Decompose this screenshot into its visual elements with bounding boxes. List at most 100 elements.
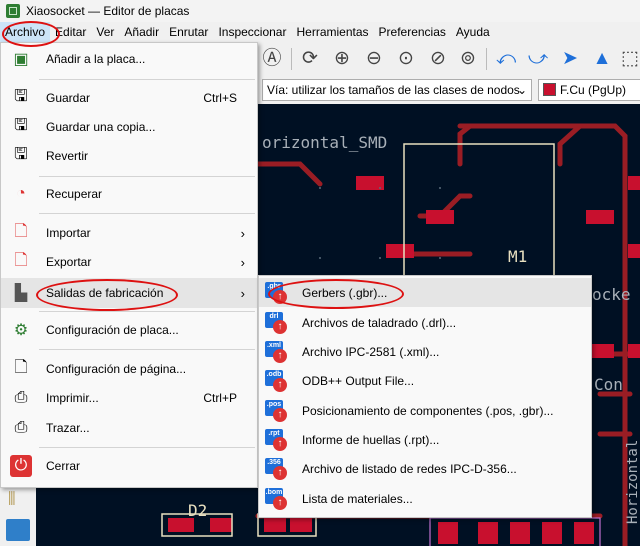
toolbar-separator: [486, 48, 487, 70]
title-bar: Xiaosocket — Editor de placas: [0, 0, 640, 22]
xml-file-icon: .xml ↑: [265, 340, 289, 363]
menu-ver[interactable]: Ver: [91, 22, 119, 42]
chevron-down-icon: ⌄: [516, 83, 527, 97]
find-icon[interactable]: Ⓐ: [260, 47, 284, 71]
menu-item-print[interactable]: ⎙ Imprimir... Ctrl+P: [1, 383, 257, 413]
submenu-item-label: ODB++ Output File...: [302, 373, 415, 388]
menu-ayuda[interactable]: Ayuda: [451, 22, 495, 42]
submenu-item-ipc2581[interactable]: .xml ↑ Archivo IPC-2581 (.xml)...: [259, 337, 591, 366]
menu-item-shortcut: Ctrl+S: [203, 91, 237, 105]
menu-herramientas[interactable]: Herramientas: [291, 22, 373, 42]
layer-dropdown[interactable]: F.Cu (PgUp): [538, 79, 640, 101]
menu-item-import[interactable]: 🗋 Importar ›: [1, 218, 257, 248]
submenu-item-ipc-d-356[interactable]: .356 ↑ Archivo de listado de redes IPC-D-…: [259, 454, 591, 483]
menu-preferencias[interactable]: Preferencias: [374, 22, 451, 42]
import-icon: 🗋: [14, 222, 28, 240]
odb-file-icon: .odb ↑: [265, 369, 289, 392]
menu-separator: [39, 447, 255, 448]
zoom-out-icon[interactable]: ⊖: [362, 47, 386, 71]
submenu-item-footprint-report[interactable]: .rpt ↑ Informe de huellas (.rpt)...: [259, 425, 591, 454]
menu-item-revert[interactable]: 🖫 Revertir: [1, 141, 257, 171]
rotate-ccw-icon[interactable]: ⤺: [494, 47, 518, 71]
netlist-file-icon: .356 ↑: [265, 457, 289, 480]
zoom-fit-icon[interactable]: ⊙: [394, 47, 418, 71]
layer-color-swatch: [543, 83, 556, 96]
menu-item-label: Imprimir...: [46, 391, 99, 405]
pos-file-icon: .pos ↑: [265, 399, 289, 422]
print-icon: ⎙: [14, 389, 28, 406]
flip-icon[interactable]: ➤: [558, 47, 582, 71]
board-setup-icon: ⚙: [13, 322, 29, 339]
con-text: Con: [594, 375, 623, 394]
menu-item-label: Trazar...: [46, 421, 90, 435]
menu-item-label: Guardar una copia...: [46, 120, 156, 134]
menu-item-label: Exportar: [46, 255, 92, 269]
menu-item-export[interactable]: 🗋 Exportar ›: [1, 247, 257, 277]
submenu-item-label: Archivo de listado de redes IPC-D-356...: [302, 461, 517, 476]
plot-icon: ⎙: [14, 419, 28, 436]
menu-inspeccionar[interactable]: Inspeccionar: [213, 22, 291, 42]
menu-separator: [39, 311, 255, 312]
menu-separator: [39, 213, 255, 214]
bom-file-icon: .bom ↑: [265, 487, 289, 510]
revert-icon: 🖫: [14, 145, 28, 163]
menu-item-save[interactable]: 🖫 Guardar Ctrl+S: [1, 83, 257, 113]
pcbnew-app-icon: [6, 4, 20, 18]
menu-item-shortcut: Ctrl+P: [203, 391, 237, 405]
rotate-cw-icon[interactable]: ⤻: [526, 47, 550, 71]
submenu-item-gerbers[interactable]: .gbr ↑ Gerbers (.gbr)...: [259, 278, 591, 307]
menu-item-label: Configuración de página...: [46, 362, 187, 376]
group-icon[interactable]: ⬚: [618, 47, 640, 71]
menu-item-recover[interactable]: ◔ Recuperar: [1, 179, 257, 209]
rpt-file-icon: .rpt ↑: [265, 428, 289, 451]
drill-file-icon: drl ↑: [265, 311, 289, 334]
recover-icon: ◔: [16, 185, 26, 202]
mirror-icon[interactable]: ▲: [590, 47, 614, 71]
menu-separator: [39, 176, 255, 177]
zoom-in-icon[interactable]: ⊕: [330, 47, 354, 71]
menu-item-label: Salidas de fabricación: [46, 286, 164, 300]
export-icon: 🗋: [14, 251, 28, 269]
power-icon: ⏻: [10, 455, 32, 477]
left-toolbar: ⫴: [0, 485, 36, 546]
refresh-icon[interactable]: ⟳: [298, 47, 322, 71]
submenu-item-drill-files[interactable]: drl ↑ Archivos de taladrado (.drl)...: [259, 308, 591, 337]
menu-item-close[interactable]: ⏻ Cerrar: [1, 451, 257, 481]
menu-separator: [39, 349, 255, 350]
zoom-selection-icon[interactable]: ⊚: [456, 47, 480, 71]
socket-text: ocke: [592, 285, 631, 304]
submenu-item-odb[interactable]: .odb ↑ ODB++ Output File...: [259, 366, 591, 395]
menu-bar: Archivo Editar Ver Añadir Enrutar Inspec…: [0, 22, 640, 42]
submenu-item-label: Lista de materiales...: [302, 491, 413, 506]
submenu-item-label: Posicionamiento de componentes (.pos, .g…: [302, 403, 554, 418]
file-menu: ▣ Añadir a la placa... 🖫 Guardar Ctrl+S …: [0, 42, 258, 488]
pad-tool-icon[interactable]: ⫴: [8, 489, 16, 510]
submenu-arrow-icon: ›: [240, 225, 245, 241]
fabrication-submenu: .gbr ↑ Gerbers (.gbr)... drl ↑ Archivos de…: [258, 275, 592, 518]
toolbar-separator: [291, 48, 292, 70]
submenu-item-positions[interactable]: .pos ↑ Posicionamiento de componentes (.p…: [259, 396, 591, 425]
submenu-arrow-icon: ›: [240, 285, 245, 301]
menu-item-label: Revertir: [46, 149, 89, 163]
fabrication-icon: ▙: [14, 285, 28, 302]
page-setup-icon: 🗋: [14, 358, 28, 376]
menu-item-save-copy[interactable]: 🖫 Guardar una copia...: [1, 112, 257, 142]
menu-item-page-setup[interactable]: 🗋 Configuración de página...: [1, 354, 257, 384]
menu-archivo[interactable]: Archivo: [0, 22, 51, 42]
menu-item-plot[interactable]: ⎙ Trazar...: [1, 413, 257, 443]
via-size-value: Vía: utilizar los tamaños de las clases …: [267, 83, 520, 97]
menu-editar[interactable]: Editar: [50, 22, 91, 42]
menu-item-fabrication-outputs[interactable]: ▙ Salidas de fabricación ›: [1, 278, 257, 308]
submenu-item-bom[interactable]: .bom ↑ Lista de materiales...: [259, 484, 591, 513]
via-size-dropdown[interactable]: Vía: utilizar los tamaños de las clases …: [262, 79, 532, 101]
window-title: Xiaosocket — Editor de placas: [26, 4, 190, 18]
menu-item-label: Guardar: [46, 91, 91, 105]
menu-anadir[interactable]: Añadir: [119, 22, 164, 42]
menu-enrutar[interactable]: Enrutar: [164, 22, 213, 42]
zoom-objects-icon[interactable]: ⊘: [426, 47, 450, 71]
layer-value: F.Cu (PgUp): [560, 83, 627, 97]
board-tool-icon[interactable]: [6, 519, 30, 541]
menu-item-add-to-board[interactable]: ▣ Añadir a la placa...: [1, 44, 257, 74]
menu-item-board-setup[interactable]: ⚙ Configuración de placa...: [1, 315, 257, 345]
menu-item-label: Importar: [46, 226, 91, 240]
